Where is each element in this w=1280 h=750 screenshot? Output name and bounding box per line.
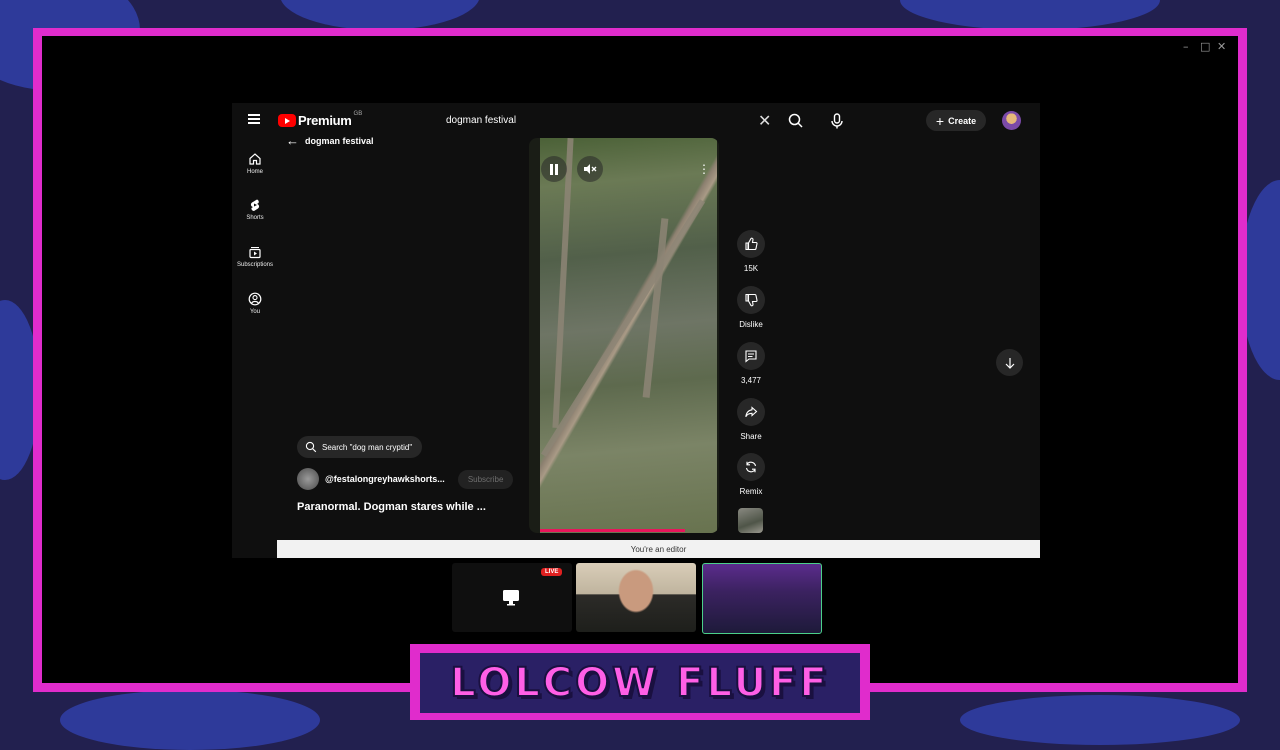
shorts-icon [250,199,260,212]
search-icon [788,113,803,128]
more-options-button[interactable]: ⋮ [691,156,717,182]
pause-icon [550,163,558,175]
search-icon [305,441,317,453]
video-frame [540,138,717,533]
sidebar-item-subscriptions[interactable]: Subscriptions [232,245,278,268]
sidebar-item-home[interactable]: Home [232,152,278,175]
comment-count: 3,477 [740,376,762,385]
video-title[interactable]: Paranormal. Dogman stares while ... [297,501,486,513]
remix-icon [745,461,757,473]
microphone-icon [831,113,843,129]
youtube-play-icon [278,114,296,127]
sidebar-item-label: Home [246,169,263,175]
sound-thumbnail[interactable] [738,508,763,533]
video-progress-bar[interactable] [540,529,685,532]
subscriptions-icon [249,247,261,259]
background-blob [60,690,320,750]
sidebar-item-label: Shorts [246,215,264,221]
mute-button[interactable] [577,156,603,182]
more-vertical-icon: ⋮ [698,162,710,176]
related-search-chip[interactable]: Search "dog man cryptid" [297,436,423,458]
monitor-icon [503,590,519,606]
channel-avatar[interactable] [297,468,319,490]
search-button[interactable] [784,109,808,133]
voice-search-button[interactable] [826,110,848,132]
live-badge: LIVE [541,568,563,576]
create-label: Create [948,115,977,126]
comments-button[interactable]: 3,477 [735,342,767,385]
remix-label: Remix [739,487,763,496]
youtube-logo[interactable]: Premium GB [278,110,363,128]
share-button[interactable]: Share [735,398,767,441]
logo-text: Premium [298,113,352,128]
country-code: GB [353,110,363,117]
share-icon [745,406,758,418]
thumbs-up-icon [745,237,758,251]
sidebar-item-you[interactable]: You [232,292,278,315]
comment-icon [745,350,757,363]
editor-status-bar: You're an editor [277,540,1040,558]
home-icon [249,153,261,165]
maximize-button[interactable]: □ [1200,40,1210,53]
youtube-window: Premium GB dogman festival ✕ + Create ← … [232,103,1040,558]
background-blob [960,695,1240,745]
dislike-button[interactable]: Dislike [735,286,767,329]
webcam-participant-1[interactable] [576,563,696,632]
next-video-button[interactable] [996,349,1023,376]
dislike-label: Dislike [739,320,763,329]
muted-speaker-icon [584,164,597,174]
tree-trunk [642,218,669,398]
close-window-button[interactable]: ✕ [1217,40,1226,53]
back-label: dogman festival [305,135,374,146]
thumbs-down-icon [745,293,758,307]
sidebar-item-label: You [249,309,261,315]
show-banner: LOLCOW FLUFF [420,653,860,713]
plus-icon: + [935,112,945,129]
like-count: 15K [743,264,759,273]
related-search-label: Search "dog man cryptid" [322,442,413,452]
background-blob [280,0,480,30]
back-link[interactable]: ← dogman festival [286,133,374,148]
subscribe-button[interactable]: Subscribe [457,469,514,489]
like-button[interactable]: 15K [735,230,767,273]
background-blob [900,0,1160,30]
share-label: Share [740,432,762,441]
search-box[interactable]: dogman festival ✕ [438,109,778,133]
arrow-down-icon [1005,357,1014,369]
back-arrow-icon: ← [286,133,299,148]
webcam-participant-2[interactable] [702,563,822,634]
sidebar-item-shorts[interactable]: Shorts [232,198,278,221]
channel-info: @festalongreyhawkshorts... Subscribe [297,468,514,490]
channel-name[interactable]: @festalongreyhawkshorts... [325,474,445,484]
minimize-button[interactable]: – [1183,40,1189,53]
clear-search-icon[interactable]: ✕ [758,111,771,131]
remix-button[interactable]: Remix [735,453,767,496]
show-title: LOLCOW FLUFF [449,659,830,707]
pause-button[interactable] [541,156,567,182]
search-input[interactable]: dogman festival [446,115,516,126]
sidebar-item-label: Subscriptions [236,262,274,268]
create-button[interactable]: + Create [926,110,986,131]
you-icon [248,292,262,306]
account-avatar[interactable] [1002,111,1021,130]
shorts-video-player[interactable]: ⋮ [529,138,719,533]
menu-icon[interactable] [248,114,260,124]
